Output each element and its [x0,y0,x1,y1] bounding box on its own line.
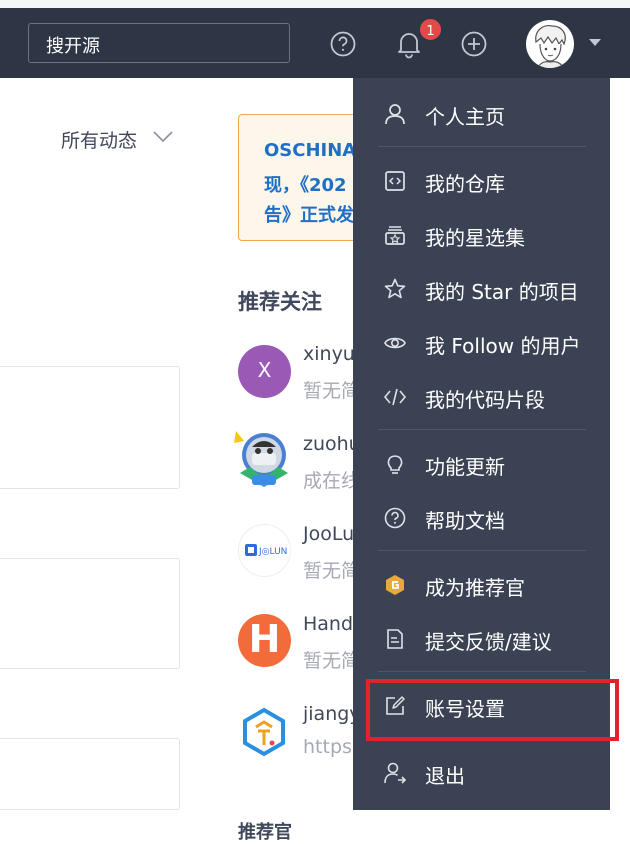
menu-divider [378,550,586,551]
repo-icon [385,171,405,191]
chevron-down-icon[interactable] [153,131,173,143]
menu-item-logout[interactable]: 退出 [353,751,610,795]
highlight-box [366,679,619,741]
announcement-line: 现，《202 [264,175,347,196]
search-placeholder: 搜开源 [46,36,100,57]
recommend-user-bio: https: [303,736,359,758]
plus-icon[interactable] [461,31,487,57]
menu-item-label: 我 Follow 的用户 [425,334,581,358]
avatar-letter: X [257,358,272,382]
user-icon [385,104,405,125]
recommend-user-bio: 成在线 [303,470,361,492]
announcement-line: 告》正式发 [264,205,354,226]
star-collection-icon [385,226,405,245]
recommend-title: 推荐关注 [238,290,322,314]
avatar-letter: H [248,617,281,661]
browser-strip [0,0,630,8]
hexagon-logo-icon [243,707,285,757]
menu-item-starred-projects[interactable]: 我的 Star 的项目 [353,267,610,311]
menu-divider [378,429,586,430]
joolun-logo-icon: J◎LUN [245,544,287,557]
recommend-user-bio: 暂无简 [303,560,361,582]
logout-icon [384,762,406,784]
menu-divider [378,671,586,672]
avatar[interactable] [234,431,291,487]
notification-badge: 1 [418,17,443,42]
announcement-line: OSCHINA [264,140,357,161]
recommender-section-title: 推荐官 [238,822,292,843]
avatar[interactable]: J◎LUN [238,524,291,577]
help-icon[interactable] [330,31,356,57]
menu-item-feedback[interactable]: 提交反馈/建议 [353,617,610,661]
menu-item-label: 帮助文档 [425,509,505,533]
code-icon [384,388,406,406]
lightbulb-icon [387,455,403,474]
menu-item-repos[interactable]: 我的仓库 [353,159,610,203]
menu-item-label: 我的 Star 的项目 [425,280,579,304]
menu-item-updates[interactable]: 功能更新 [353,442,610,486]
avatar[interactable]: X [238,345,291,398]
star-icon [384,278,406,299]
menu-item-label: 我的仓库 [425,172,505,196]
menu-item-label: 功能更新 [425,455,505,479]
avatar[interactable]: H [238,614,291,667]
recommend-user-bio: 暂无简 [303,650,361,672]
menu-item-label: 我的代码片段 [425,388,545,412]
feed-card [0,558,180,669]
menu-item-code-snippets[interactable]: 我的代码片段 [353,375,610,419]
menu-item-become-recommender[interactable]: 成为推荐官 [353,563,610,607]
menu-item-star-collections[interactable]: 我的星选集 [353,213,610,257]
recommend-user-bio: 暂无简 [303,380,361,402]
search-input[interactable]: 搜开源 [28,23,290,63]
user-avatar[interactable] [526,20,574,68]
avatar[interactable] [238,705,291,758]
recommend-user-name[interactable]: jiangy [303,703,361,725]
menu-item-label: 退出 [425,764,465,788]
menu-item-label: 提交反馈/建议 [425,630,552,654]
chevron-down-icon[interactable] [589,39,601,46]
menu-item-label: 个人主页 [425,105,505,129]
feed-card [0,738,180,810]
menu-divider [378,146,586,147]
menu-item-label: 成为推荐官 [425,576,525,600]
recommender-badge-icon [386,575,404,595]
menu-item-following[interactable]: 我 Follow 的用户 [353,321,610,365]
feed-filter-label[interactable]: 所有动态 [61,126,137,153]
recommend-user-name[interactable]: JooLu [303,523,354,545]
feedback-icon [387,629,403,649]
help-icon [384,507,406,529]
feed-card [0,366,180,489]
avatar-drawing [535,25,566,68]
svg-text:J◎LUN: J◎LUN [258,547,287,557]
menu-item-label: 我的星选集 [425,226,525,250]
menu-item-help-docs[interactable]: 帮助文档 [353,496,610,540]
menu-item-profile[interactable]: 个人主页 [353,92,610,136]
eye-icon [384,337,406,349]
achievement-avatar-icon [234,431,288,487]
recommend-user-name[interactable]: xinyu [303,343,355,365]
